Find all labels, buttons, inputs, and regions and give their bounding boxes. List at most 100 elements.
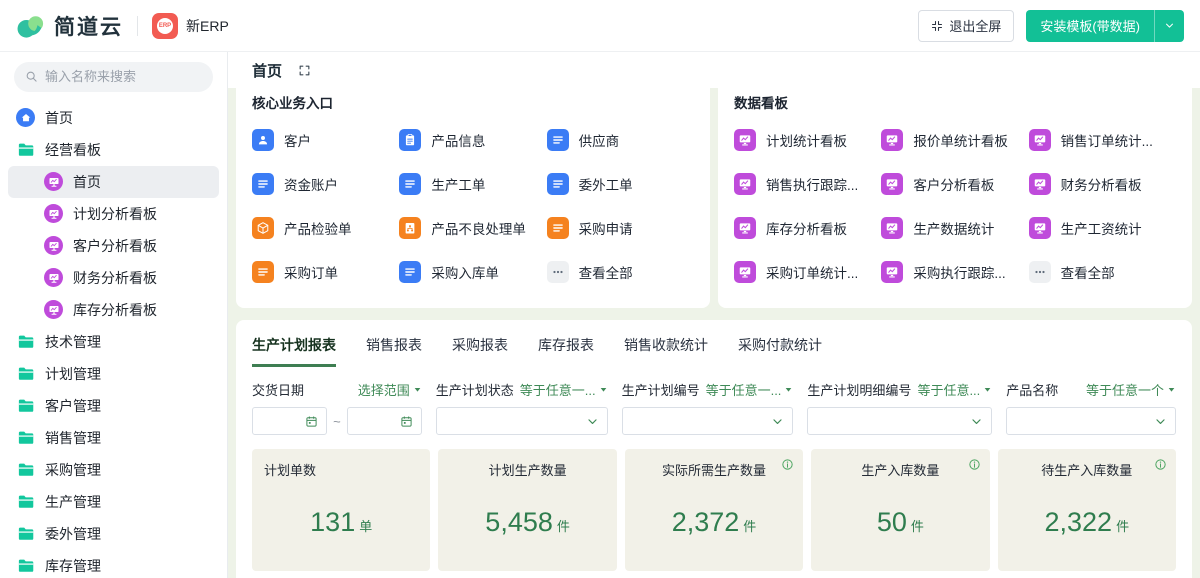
date-input-start[interactable] — [252, 407, 328, 435]
report-tab[interactable]: 采购报表 — [452, 335, 508, 367]
filter-select[interactable] — [807, 407, 993, 435]
exit-fullscreen-button[interactable]: 退出全屏 — [918, 9, 1015, 42]
dashboard-icon — [44, 268, 63, 288]
filter-select[interactable] — [1006, 407, 1176, 435]
app-shortcut[interactable]: 产品信息 — [399, 118, 546, 162]
chevron-down-icon[interactable] — [1154, 9, 1184, 42]
sidebar-item-label: 经营看板 — [45, 141, 101, 158]
stat-card: 待生产入库数量 2,322 件 — [997, 449, 1176, 571]
filter-select[interactable] — [435, 407, 608, 435]
dashboard-shortcut[interactable]: 报价单统计看板 — [881, 118, 1028, 162]
dashboard-shortcut[interactable]: 销售执行跟踪... — [734, 162, 881, 206]
sidebar-item[interactable]: 客户管理 — [8, 390, 219, 422]
stat-card: 实际所需生产数量 2,372 件 — [624, 449, 804, 571]
sidebar-item[interactable]: 库存管理 — [8, 550, 219, 578]
filter-operator[interactable]: 等于任意一... — [706, 380, 794, 399]
dashboard-shortcut[interactable]: 生产数据统计 — [881, 206, 1028, 250]
folder-icon — [16, 332, 35, 351]
expand-icon[interactable] — [298, 64, 311, 77]
sidebar-search[interactable] — [14, 62, 213, 92]
app-shortcut[interactable]: 供应商 — [546, 118, 694, 162]
caret-down-icon — [983, 385, 992, 394]
divider — [137, 15, 138, 36]
caret-down-icon — [1167, 385, 1176, 394]
sidebar-item[interactable]: 技术管理 — [8, 326, 219, 358]
sidebar-item[interactable]: 库存分析看板 — [8, 294, 219, 326]
sidebar-item[interactable]: 财务分析看板 — [8, 262, 219, 294]
app-shortcut[interactable]: 产品检验单 — [252, 206, 399, 250]
chevron-down-icon — [1154, 415, 1167, 428]
report-tab[interactable]: 库存报表 — [538, 335, 594, 367]
sidebar-item-label: 技术管理 — [45, 333, 101, 350]
filter-select[interactable] — [621, 407, 794, 435]
dashboard-shortcut[interactable]: 采购订单统计... — [734, 250, 881, 294]
app-shortcut-label: 客户 — [284, 134, 311, 149]
sidebar-item[interactable]: 计划分析看板 — [8, 198, 219, 230]
app-shortcut[interactable]: 产品不良处理单 — [399, 206, 546, 250]
stat-value: 131 单 — [310, 507, 373, 537]
sidebar-item[interactable]: 生产管理 — [8, 486, 219, 518]
dashboard-shortcut[interactable]: 客户分析看板 — [881, 162, 1028, 206]
filter-operator[interactable]: 选择范围 — [358, 380, 422, 399]
report-tab[interactable]: 销售收款统计 — [624, 335, 708, 367]
filter-label: 生产计划状态 — [435, 383, 514, 398]
sidebar-item[interactable]: 采购管理 — [8, 454, 219, 486]
chevron-down-icon — [771, 415, 784, 428]
logo: 简道云 — [16, 11, 123, 41]
dashboard-shortcut-label: 报价单统计看板 — [913, 134, 1008, 149]
calendar-icon — [305, 415, 318, 428]
sidebar-item[interactable]: 首页 — [8, 165, 219, 198]
folder-icon — [16, 556, 35, 575]
filter-operator[interactable]: 等于任意一... — [520, 380, 608, 399]
app-shortcut-label: 生产工单 — [431, 178, 486, 193]
app-shortcut[interactable]: 查看全部 — [546, 250, 694, 294]
dashboard-shortcut[interactable]: 库存分析看板 — [734, 206, 881, 250]
app-shortcut[interactable]: 生产工单 — [399, 162, 546, 206]
info-icon[interactable] — [781, 458, 794, 471]
page-tab-home[interactable]: 首页 — [252, 60, 282, 81]
stat-title: 计划生产数量 — [488, 463, 567, 478]
stat-cards: 计划单数 131 单 计划生产数量 5,458 件 实际所需生产数量 2,372… — [236, 435, 1192, 571]
sidebar-item[interactable]: 计划管理 — [8, 358, 219, 390]
sidebar-item[interactable]: 经营看板 — [8, 134, 219, 166]
dashboard-shortcut[interactable]: 生产工资统计 — [1028, 206, 1176, 250]
sidebar-menu: 首页 经营看板 首页 计划分析看板 客户分析看板 财务分析看板 库存分析看板 技… — [0, 100, 227, 578]
app-shortcut[interactable]: 客户 — [252, 118, 399, 162]
dashboard-shortcut[interactable]: 查看全部 — [1028, 250, 1176, 294]
folder-icon — [16, 140, 35, 159]
sidebar-item[interactable]: 销售管理 — [8, 422, 219, 454]
dashboard-shortcut[interactable]: 销售订单统计... — [1028, 118, 1176, 162]
filter-operator[interactable]: 等于任意一个 — [1086, 380, 1176, 399]
report-tab[interactable]: 采购付款统计 — [738, 335, 822, 367]
sidebar-item[interactable]: 客户分析看板 — [8, 230, 219, 262]
folder-icon — [16, 524, 35, 543]
install-template-button[interactable]: 安装模板(带数据) — [1026, 9, 1184, 42]
sidebar-item-label: 首页 — [45, 109, 73, 126]
info-icon[interactable] — [1154, 458, 1167, 471]
filter-group: 产品名称 等于任意一个 — [1006, 380, 1176, 435]
filter-operator[interactable]: 等于任意... — [917, 380, 992, 399]
dashboard-shortcut[interactable]: 财务分析看板 — [1028, 162, 1176, 206]
stat-value: 5,458 件 — [485, 507, 570, 537]
dashboard-shortcut[interactable]: 采购执行跟踪... — [881, 250, 1028, 294]
report-tabs: 生产计划报表 销售报表 采购报表 库存报表 销售收款统计 采购付款统计 — [236, 320, 1192, 367]
data-dashboard-panel: 数据看板 计划统计看板 报价单统计看板 销售订单统计... 销售执行跟踪... … — [718, 88, 1192, 308]
app-shortcut[interactable]: 资金账户 — [252, 162, 399, 206]
sidebar-item[interactable]: 委外管理 — [8, 518, 219, 550]
app-shortcut[interactable]: 采购申请 — [546, 206, 694, 250]
app-shortcut[interactable]: 委外工单 — [546, 162, 694, 206]
search-input[interactable] — [45, 69, 202, 85]
dashboard-shortcut-label: 库存分析看板 — [766, 222, 847, 237]
sidebar-item-label: 计划分析看板 — [73, 205, 157, 222]
app-shortcut[interactable]: 采购订单 — [252, 250, 399, 294]
date-input-end[interactable] — [346, 407, 422, 435]
app-shortcut-label: 产品信息 — [431, 134, 486, 149]
dashboard-shortcut[interactable]: 计划统计看板 — [734, 118, 881, 162]
folder-icon — [16, 492, 35, 511]
report-tab[interactable]: 销售报表 — [366, 335, 422, 367]
app-shortcut-label: 委外工单 — [578, 178, 633, 193]
report-tab[interactable]: 生产计划报表 — [252, 335, 336, 367]
info-icon[interactable] — [968, 458, 981, 471]
app-shortcut[interactable]: 采购入库单 — [399, 250, 546, 294]
sidebar-item[interactable]: 首页 — [8, 102, 219, 134]
